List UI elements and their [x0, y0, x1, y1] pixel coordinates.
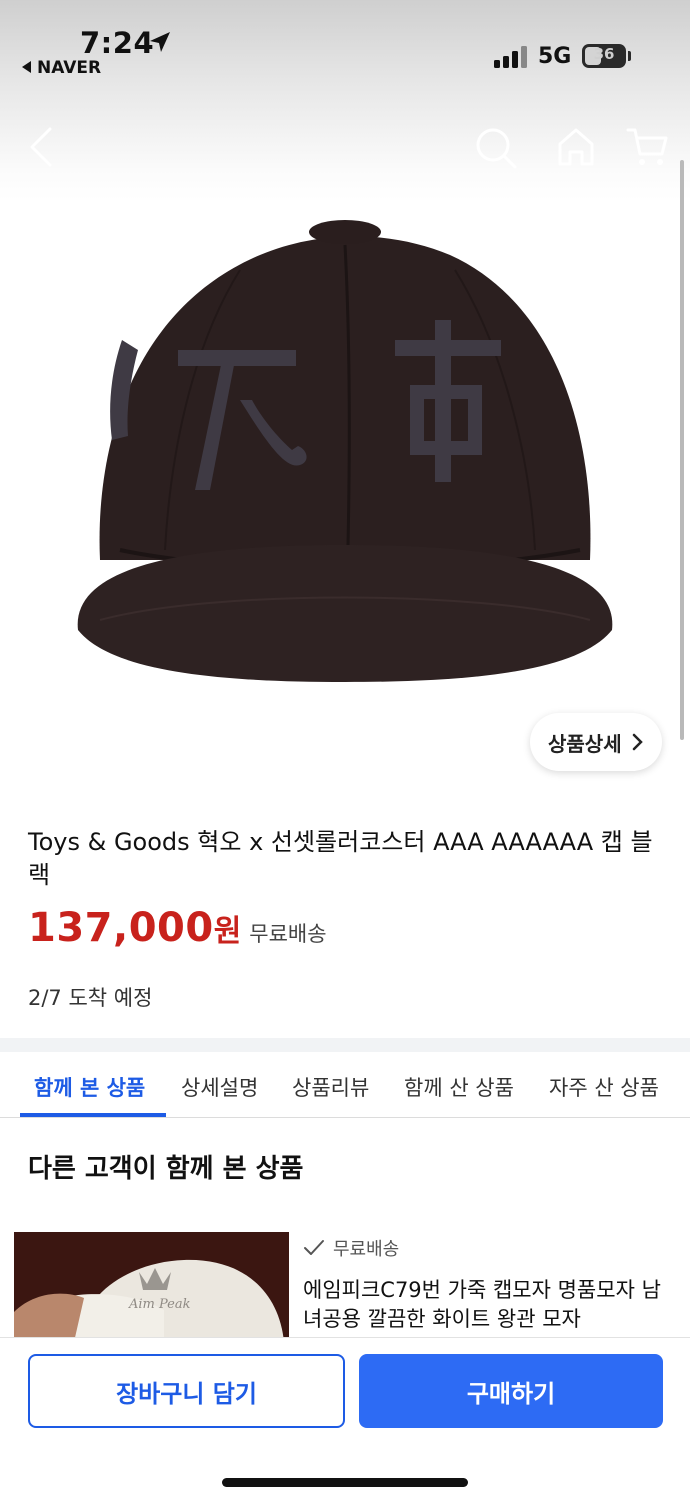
tab-frequently-bought[interactable]: 자주 산 상품 — [549, 1072, 659, 1102]
tab-bought-together[interactable]: 함께 산 상품 — [404, 1072, 514, 1102]
cart-icon[interactable] — [626, 126, 670, 168]
home-icon[interactable] — [556, 126, 596, 168]
shipping-label: 무료배송 — [249, 922, 327, 946]
delivery-eta: 2/7 도착 예정 — [28, 986, 153, 1010]
svg-text:Aim Peak: Aim Peak — [128, 1297, 191, 1312]
product-page: 상품상세 7:24 NAVER 5G 36 Toys & Goods 혁오 x … — [0, 0, 690, 1500]
product-detail-button[interactable]: 상품상세 — [530, 713, 662, 771]
product-image[interactable] — [60, 200, 630, 700]
back-to-app-link[interactable]: NAVER — [22, 58, 101, 78]
price-row: 137,000 원 무료배송 — [28, 905, 327, 951]
battery-level: 36 — [593, 45, 615, 63]
section-title: 다른 고객이 함께 본 상품 — [28, 1154, 304, 1184]
scrollbar[interactable] — [680, 160, 684, 740]
battery-icon: 36 — [582, 44, 626, 68]
battery-tip — [628, 51, 631, 61]
search-icon[interactable] — [474, 126, 518, 170]
tab-viewed-together[interactable]: 함께 본 상품 — [34, 1072, 145, 1102]
bottom-action-bar: 장바구니 담기 구매하기 — [0, 1337, 690, 1500]
buy-button[interactable]: 구매하기 — [359, 1354, 663, 1428]
back-icon[interactable] — [28, 126, 54, 168]
tab-description[interactable]: 상세설명 — [181, 1072, 258, 1102]
active-tab-indicator — [20, 1113, 166, 1117]
product-image-area: 상품상세 — [0, 0, 690, 800]
recommendation-shipping: 무료배송 — [303, 1235, 399, 1261]
product-price: 137,000 — [28, 905, 214, 951]
status-time: 7:24 — [80, 26, 155, 60]
home-indicator[interactable] — [222, 1478, 468, 1487]
tab-reviews[interactable]: 상품리뷰 — [292, 1072, 369, 1102]
section-divider — [0, 1038, 690, 1052]
price-currency: 원 — [213, 914, 242, 949]
check-icon — [304, 1240, 324, 1255]
tab-bar: 함께 본 상품 상세설명 상품리뷰 함께 산 상품 자주 산 상품 — [0, 1052, 690, 1118]
recommendation-title[interactable]: 에임피크C79번 가죽 캡모자 명품모자 남녀공용 깔끔한 화이트 왕관 모자 — [303, 1276, 673, 1334]
back-app-label: NAVER — [37, 58, 102, 78]
add-to-cart-button[interactable]: 장바구니 담기 — [28, 1354, 345, 1428]
back-triangle-icon — [22, 61, 31, 73]
chevron-right-icon — [632, 733, 643, 751]
location-arrow-icon — [150, 32, 170, 52]
product-detail-label: 상품상세 — [548, 731, 622, 756]
recommendation-thumbnail[interactable]: Aim Peak — [14, 1232, 289, 1342]
recommendation-shipping-label: 무료배송 — [333, 1239, 400, 1260]
cellular-signal-icon — [494, 46, 527, 68]
status-bar: 7:24 NAVER 5G 36 — [0, 0, 690, 90]
product-title: Toys & Goods 혁오 x 선셋롤러코스터 AAA AAAAAA 캡 블… — [28, 828, 653, 889]
network-type: 5G — [538, 44, 572, 69]
